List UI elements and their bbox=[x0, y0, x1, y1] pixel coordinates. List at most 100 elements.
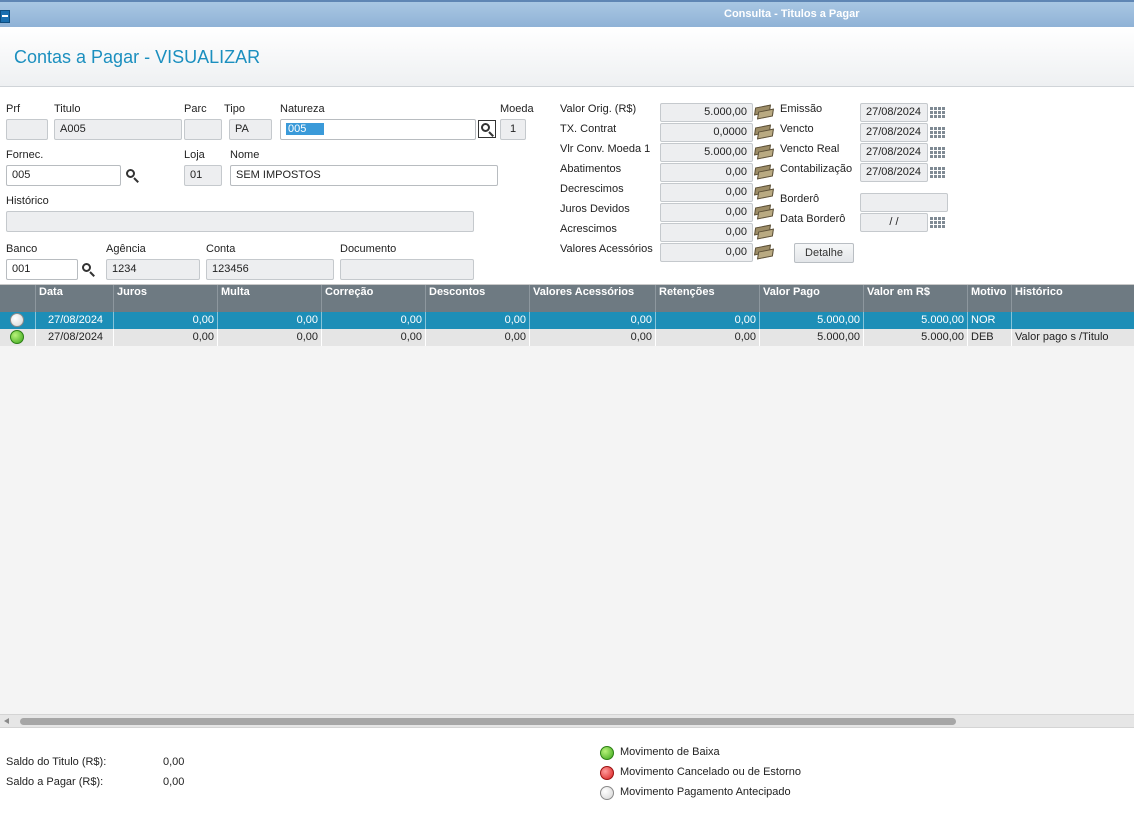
horizontal-scrollbar[interactable] bbox=[0, 714, 1134, 728]
column-header-correcao[interactable]: Correção bbox=[322, 285, 426, 312]
vlr-conv-label: Vlr Conv. Moeda 1 bbox=[560, 143, 651, 155]
money-icon[interactable] bbox=[754, 104, 774, 120]
data-bordero-field[interactable]: / / bbox=[860, 213, 928, 232]
cell-valor-rs: 5.000,00 bbox=[864, 312, 968, 329]
cell-multa: 0,00 bbox=[218, 329, 322, 346]
cell-valor-pago: 5.000,00 bbox=[760, 329, 864, 346]
bordero-label: Borderô bbox=[780, 193, 820, 205]
column-header-descontos[interactable]: Descontos bbox=[426, 285, 530, 312]
vencto-field[interactable]: 27/08/2024 bbox=[860, 123, 928, 142]
decrescimos-label: Decrescimos bbox=[560, 183, 624, 195]
status-white-icon bbox=[10, 313, 24, 327]
valores-acessorios-label: Valores Acessórios bbox=[560, 243, 653, 255]
fornec-search-icon[interactable] bbox=[125, 168, 141, 184]
table-row[interactable]: 27/08/2024 0,00 0,00 0,00 0,00 0,00 0,00… bbox=[0, 312, 1134, 329]
column-header-juros[interactable]: Juros bbox=[114, 285, 218, 312]
money-icon[interactable] bbox=[754, 204, 774, 220]
column-header-data[interactable]: Data bbox=[36, 285, 114, 312]
acrescimos-label: Acrescimos bbox=[560, 223, 617, 235]
emissao-field[interactable]: 27/08/2024 bbox=[860, 103, 928, 122]
calendar-icon[interactable] bbox=[930, 127, 945, 139]
valor-orig-field[interactable]: 5.000,00 bbox=[660, 103, 753, 122]
window-title: Consulta - Titulos a Pagar bbox=[724, 8, 860, 20]
money-icon[interactable] bbox=[754, 184, 774, 200]
moeda-label: Moeda bbox=[500, 103, 534, 115]
valores-acessorios-field[interactable]: 0,00 bbox=[660, 243, 753, 262]
bordero-field[interactable] bbox=[860, 193, 948, 212]
cell-correcao: 0,00 bbox=[322, 312, 426, 329]
agencia-field[interactable]: 1234 bbox=[106, 259, 200, 280]
calendar-icon[interactable] bbox=[930, 147, 945, 159]
money-icon[interactable] bbox=[754, 124, 774, 140]
scrollbar-thumb[interactable] bbox=[20, 718, 956, 725]
column-header-historico[interactable]: Histórico bbox=[1012, 285, 1134, 312]
calendar-icon[interactable] bbox=[930, 107, 945, 119]
loja-field[interactable]: 01 bbox=[184, 165, 222, 186]
banco-label: Banco bbox=[6, 243, 38, 255]
contabilizacao-field[interactable]: 27/08/2024 bbox=[860, 163, 928, 182]
juros-devidos-label: Juros Devidos bbox=[560, 203, 630, 215]
money-icon[interactable] bbox=[754, 164, 774, 180]
legend-white-icon bbox=[600, 786, 614, 800]
money-icon[interactable] bbox=[754, 144, 774, 160]
window-titlebar: Consulta - Titulos a Pagar bbox=[0, 0, 1134, 27]
banco-field[interactable]: 001 bbox=[6, 259, 78, 280]
nome-field[interactable]: SEM IMPOSTOS bbox=[230, 165, 498, 186]
saldo-pagar-value: 0,00 bbox=[163, 776, 185, 788]
cell-data: 27/08/2024 bbox=[36, 329, 114, 346]
parc-label: Parc bbox=[184, 103, 207, 115]
parc-field[interactable] bbox=[184, 119, 222, 140]
cell-valores-acessorios: 0,00 bbox=[530, 329, 656, 346]
saldo-titulo-label: Saldo do Titulo (R$): bbox=[6, 756, 107, 768]
column-header-valores-acessorios[interactable]: Valores Acessórios bbox=[530, 285, 656, 312]
cell-motivo: DEB bbox=[968, 329, 1012, 346]
moeda-field[interactable]: 1 bbox=[500, 119, 526, 140]
window-menu-icon[interactable] bbox=[0, 10, 10, 23]
money-icon[interactable] bbox=[754, 224, 774, 240]
prf-field[interactable] bbox=[6, 119, 48, 140]
row-status-cell bbox=[0, 312, 36, 329]
juros-devidos-field[interactable]: 0,00 bbox=[660, 203, 753, 222]
acrescimos-field[interactable]: 0,00 bbox=[660, 223, 753, 242]
cell-juros: 0,00 bbox=[114, 329, 218, 346]
column-header-valor-rs[interactable]: Valor em R$ bbox=[864, 285, 968, 312]
fornec-field[interactable]: 005 bbox=[6, 165, 121, 186]
calendar-icon[interactable] bbox=[930, 167, 945, 179]
calendar-icon[interactable] bbox=[930, 217, 945, 229]
vencto-real-field[interactable]: 27/08/2024 bbox=[860, 143, 928, 162]
tipo-field[interactable]: PA bbox=[229, 119, 272, 140]
cell-motivo: NOR bbox=[968, 312, 1012, 329]
scroll-left-icon[interactable] bbox=[4, 718, 9, 724]
conta-field[interactable]: 123456 bbox=[206, 259, 334, 280]
abatimentos-field[interactable]: 0,00 bbox=[660, 163, 753, 182]
tx-contrat-field[interactable]: 0,0000 bbox=[660, 123, 753, 142]
data-bordero-label: Data Borderô bbox=[780, 213, 846, 225]
emissao-label: Emissão bbox=[780, 103, 823, 115]
row-status-cell bbox=[0, 329, 36, 346]
natureza-search-icon[interactable] bbox=[478, 120, 496, 138]
tipo-label: Tipo bbox=[224, 103, 245, 115]
documento-field[interactable] bbox=[340, 259, 474, 280]
titulo-field[interactable]: A005 bbox=[54, 119, 182, 140]
column-header-valor-pago[interactable]: Valor Pago bbox=[760, 285, 864, 312]
money-icon[interactable] bbox=[754, 244, 774, 260]
legend-antecipado-label: Movimento Pagamento Antecipado bbox=[620, 786, 791, 798]
cell-valores-acessorios: 0,00 bbox=[530, 312, 656, 329]
table-header: Data Juros Multa Correção Descontos Valo… bbox=[0, 285, 1134, 312]
table-row[interactable]: 27/08/2024 0,00 0,00 0,00 0,00 0,00 0,00… bbox=[0, 329, 1134, 346]
historico-field[interactable] bbox=[6, 211, 474, 232]
vlr-conv-field[interactable]: 5.000,00 bbox=[660, 143, 753, 162]
abatimentos-label: Abatimentos bbox=[560, 163, 622, 175]
banco-search-icon[interactable] bbox=[81, 262, 97, 278]
column-header-motivo[interactable]: Motivo bbox=[968, 285, 1012, 312]
legend-red-icon bbox=[600, 766, 614, 780]
natureza-field[interactable]: 005 bbox=[280, 119, 476, 140]
column-header-status bbox=[0, 285, 36, 312]
detalhe-button[interactable]: Detalhe bbox=[794, 243, 854, 263]
legend-green-icon bbox=[600, 746, 614, 760]
historico-label: Histórico bbox=[6, 195, 49, 207]
column-header-multa[interactable]: Multa bbox=[218, 285, 322, 312]
decrescimos-field[interactable]: 0,00 bbox=[660, 183, 753, 202]
cell-correcao: 0,00 bbox=[322, 329, 426, 346]
column-header-retencoes[interactable]: Retenções bbox=[656, 285, 760, 312]
